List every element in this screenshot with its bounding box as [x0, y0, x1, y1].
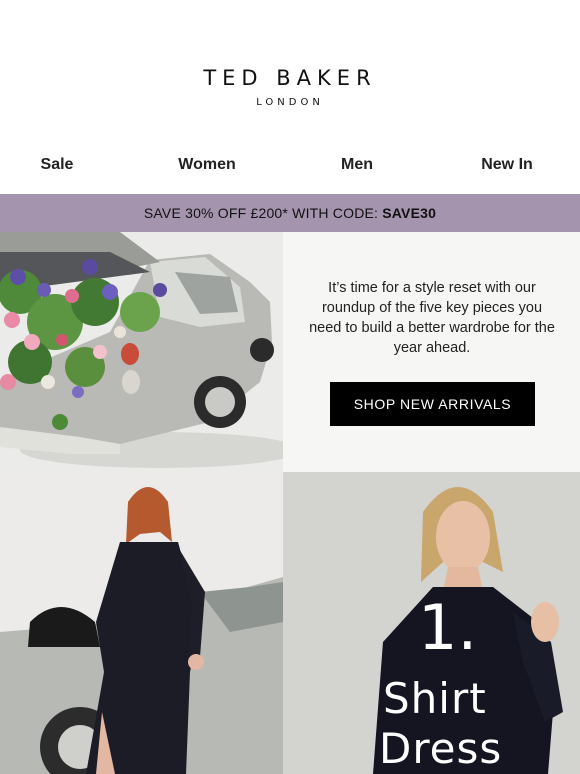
feature-title-line2: Dress: [379, 724, 503, 773]
main-nav: Sale Women Men New In: [0, 150, 580, 180]
brand-name: TED BAKER: [203, 66, 377, 90]
hero-text-panel: It’s time for a style reset with our rou…: [283, 232, 580, 472]
feature-number: 1.: [418, 591, 478, 664]
promo-banner[interactable]: SAVE 30% OFF £200* WITH CODE: SAVE30: [0, 194, 580, 232]
brand-sub: LONDON: [256, 97, 324, 108]
feature-title-line1: Shirt: [383, 674, 487, 723]
feature-shirt-dress[interactable]: 1. Shirt Dress: [283, 472, 580, 774]
hero-copy: It’s time for a style reset with our rou…: [309, 280, 555, 356]
hero-image-car-flowers[interactable]: [0, 232, 283, 472]
promo-code: SAVE30: [382, 205, 437, 221]
shop-new-arrivals-button[interactable]: SHOP NEW ARRIVALS: [330, 382, 535, 426]
nav-item-women[interactable]: Women: [142, 150, 272, 180]
nav-item-new-in[interactable]: New In: [442, 150, 572, 180]
brand-logo[interactable]: TED BAKER LONDON: [0, 66, 580, 108]
nav-item-men[interactable]: Men: [292, 150, 422, 180]
nav-item-sale[interactable]: Sale: [0, 150, 122, 180]
model-car-image[interactable]: [0, 472, 283, 774]
promo-text: SAVE 30% OFF £200* WITH CODE:: [143, 205, 383, 221]
